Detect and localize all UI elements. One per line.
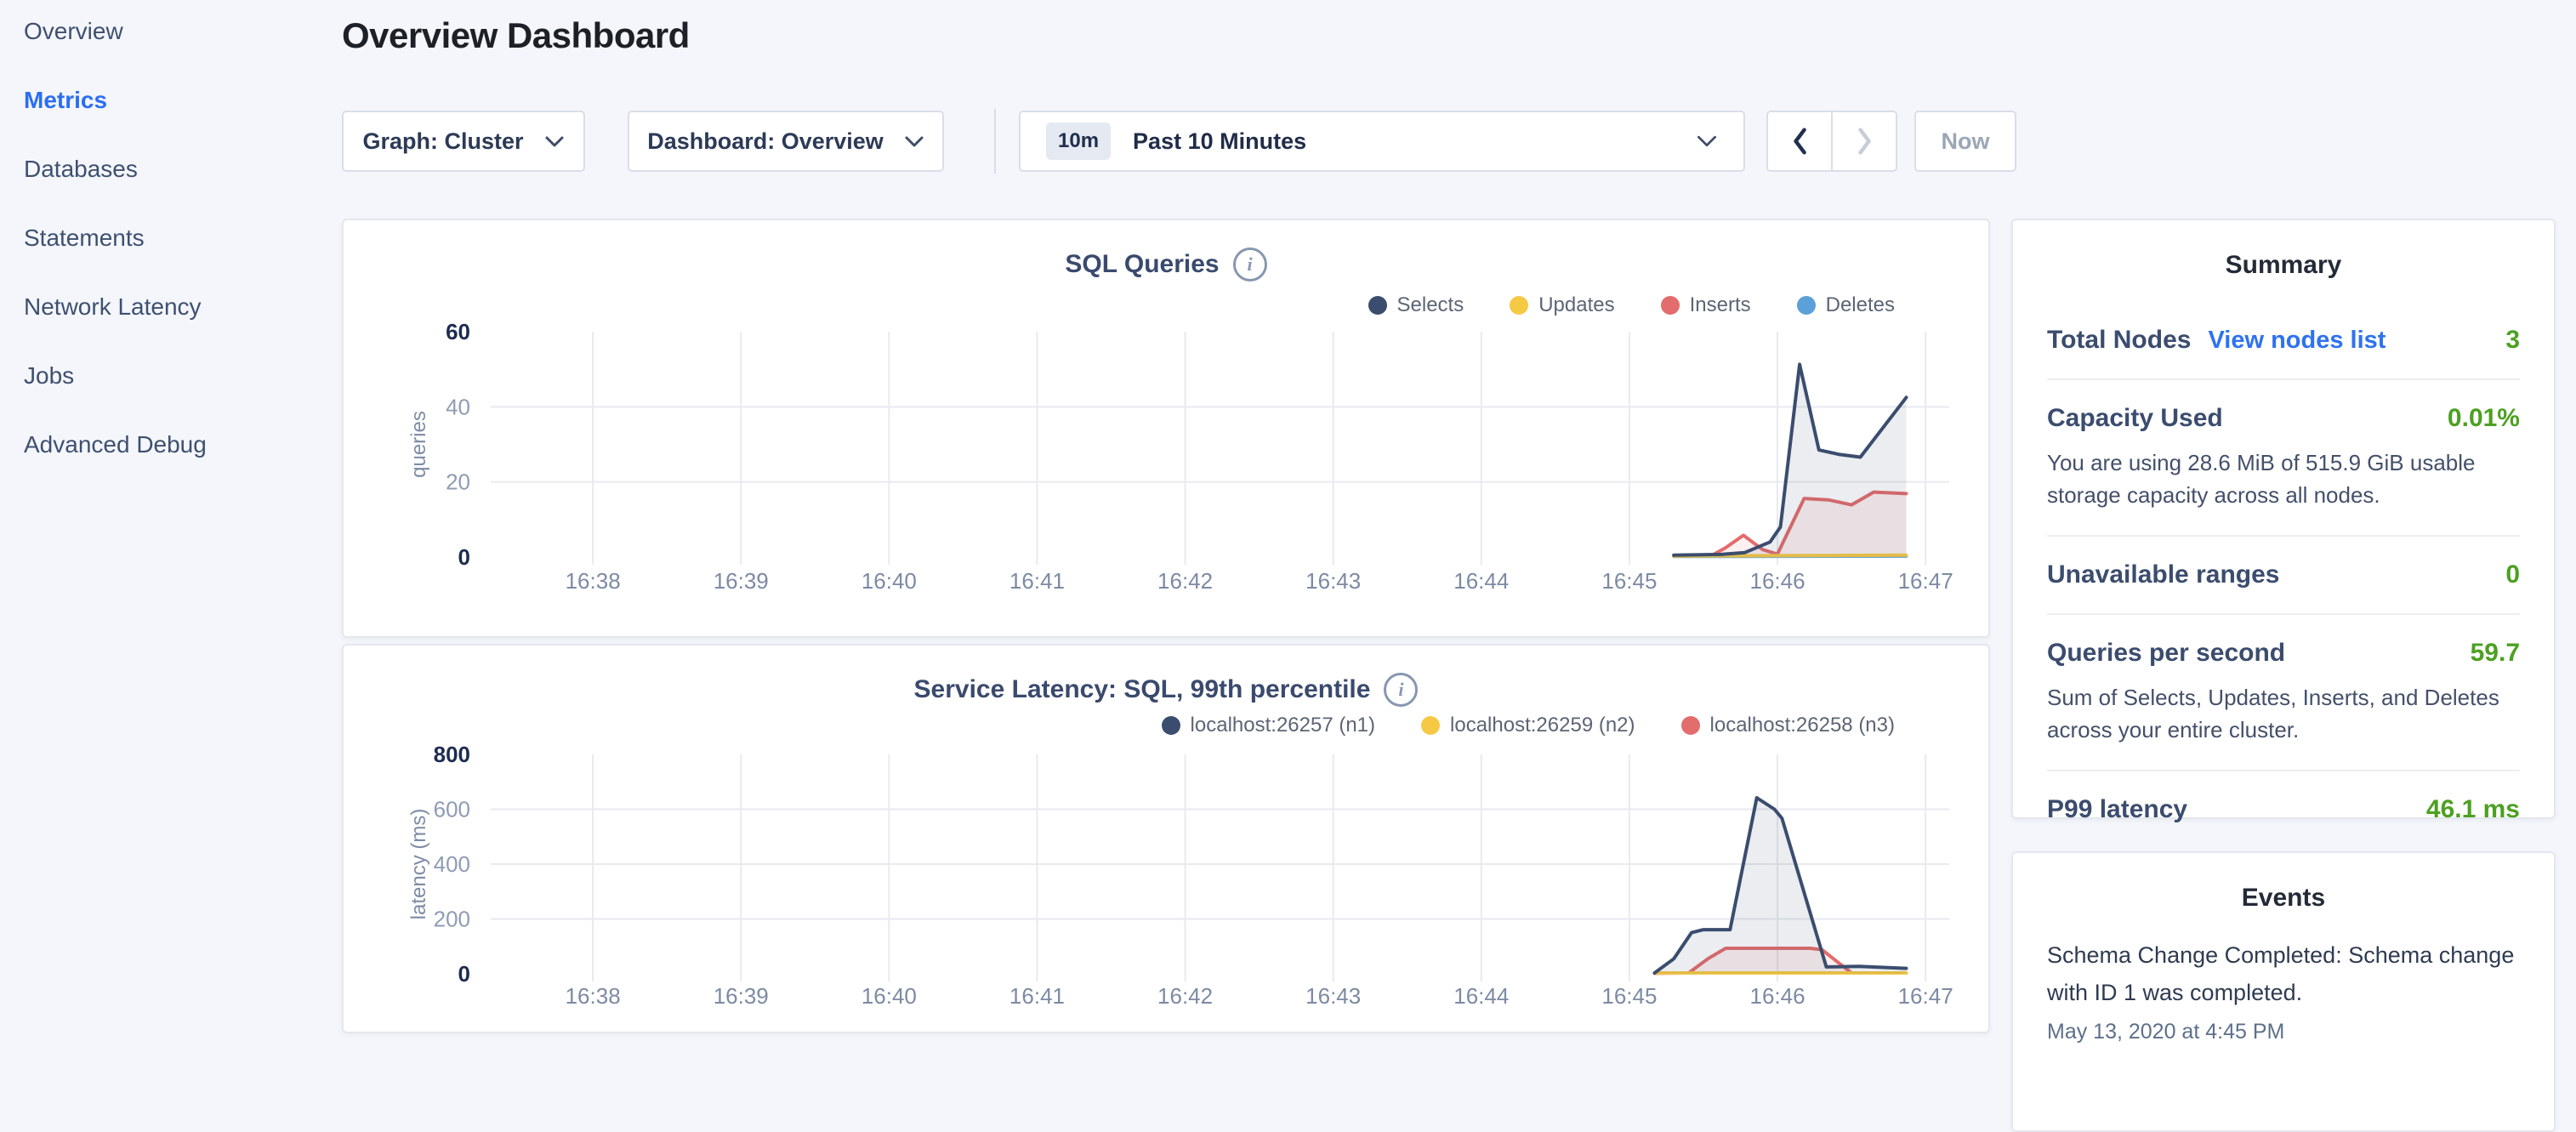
chevron-down-icon — [544, 135, 565, 148]
time-range-label: Past 10 Minutes — [1133, 128, 1674, 155]
graph-selector-dropdown[interactable]: Graph: Cluster — [342, 111, 585, 172]
svg-text:16:44: 16:44 — [1453, 983, 1509, 1009]
svg-text:16:43: 16:43 — [1305, 568, 1361, 594]
svg-text:16:41: 16:41 — [1009, 568, 1065, 594]
summary-title: Summary — [2047, 251, 2520, 280]
summary-value: 3 — [2505, 326, 2520, 355]
chart-plot[interactable]: 16:38 16:39 16:40 16:41 16:42 16:43 16:44 16:45… — [344, 646, 1992, 1035]
sidebar-item-overview[interactable]: Overview — [0, 0, 340, 65]
sidebar-item-metrics[interactable]: Metrics — [0, 65, 340, 134]
svg-text:400: 400 — [434, 851, 470, 877]
svg-text:16:45: 16:45 — [1601, 568, 1657, 594]
time-range-badge: 10m — [1046, 122, 1111, 160]
svg-text:16:46: 16:46 — [1749, 983, 1805, 1009]
svg-text:200: 200 — [434, 907, 470, 932]
svg-text:16:40: 16:40 — [862, 983, 917, 1009]
svg-text:60: 60 — [446, 319, 470, 344]
svg-text:16:39: 16:39 — [714, 568, 769, 594]
service-latency-chart-card: Service Latency: SQL, 99th percentile i … — [342, 644, 1990, 1033]
event-item: Schema Change Completed: Schema change w… — [2047, 936, 2520, 1044]
view-nodes-list-link[interactable]: View nodes list — [2208, 327, 2386, 355]
summary-row: Capacity Used 0.01% You are using 28.6 MiB… — [2047, 380, 2520, 537]
summary-row: Queries per second 59.7 Sum of Selects, Up… — [2047, 615, 2520, 771]
svg-text:16:42: 16:42 — [1157, 568, 1213, 594]
svg-text:0: 0 — [458, 544, 470, 570]
previous-range-button[interactable] — [1768, 112, 1833, 170]
summary-rows: Total Nodes View nodes list 3 Capacity Used… — [2047, 302, 2520, 848]
sidebar-item-databases[interactable]: Databases — [0, 134, 340, 203]
events-title: Events — [2047, 884, 2520, 913]
summary-row: P99 latency 46.1 ms — [2047, 771, 2520, 848]
page-title: Overview Dashboard — [342, 15, 690, 56]
svg-text:40: 40 — [446, 394, 470, 419]
dashboard-selector-dropdown[interactable]: Dashboard: Overview — [628, 111, 944, 172]
sidebar: OverviewMetricsDatabasesStatementsNetwor… — [0, 0, 340, 1051]
sidebar-item-network-latency[interactable]: Network Latency — [0, 272, 340, 341]
time-range-nav — [1766, 111, 1897, 172]
svg-text:latency (ms): latency (ms) — [407, 809, 430, 920]
chevron-down-icon — [1696, 134, 1718, 148]
svg-text:16:41: 16:41 — [1009, 983, 1065, 1009]
next-range-button[interactable] — [1833, 112, 1896, 170]
event-timestamp: May 13, 2020 at 4:45 PM — [2047, 1020, 2520, 1044]
summary-description: You are using 28.6 MiB of 515.9 GiB usab… — [2047, 447, 2520, 511]
summary-label: Capacity Used — [2047, 404, 2223, 433]
summary-row: Unavailable ranges 0 — [2047, 537, 2520, 615]
svg-text:600: 600 — [434, 797, 470, 822]
chevron-left-icon — [1791, 127, 1808, 156]
sidebar-item-advanced-debug[interactable]: Advanced Debug — [0, 410, 340, 479]
summary-value: 0.01% — [2448, 404, 2520, 433]
summary-value: 59.7 — [2471, 639, 2520, 668]
dashboard-selector-label: Dashboard: Overview — [647, 128, 884, 155]
summary-label: Queries per second — [2047, 639, 2285, 668]
summary-value: 46.1 ms — [2426, 795, 2520, 824]
svg-text:16:43: 16:43 — [1305, 983, 1361, 1009]
sidebar-item-jobs[interactable]: Jobs — [0, 341, 340, 410]
graph-selector-label: Graph: Cluster — [362, 128, 523, 155]
svg-text:16:47: 16:47 — [1898, 568, 1953, 594]
svg-text:16:44: 16:44 — [1453, 568, 1509, 594]
chart-plot[interactable]: 16:38 16:39 16:40 16:41 16:42 16:43 16:44 16:45… — [344, 220, 1992, 640]
summary-value: 0 — [2505, 560, 2520, 589]
summary-panel: Summary Total Nodes View nodes list 3 Capac… — [2011, 219, 2556, 819]
now-button[interactable]: Now — [1914, 111, 2016, 172]
svg-text:16:45: 16:45 — [1601, 983, 1657, 1009]
svg-text:16:38: 16:38 — [566, 568, 621, 594]
events-panel: Events Schema Change Completed: Schema c… — [2011, 851, 2556, 1132]
svg-text:16:47: 16:47 — [1898, 983, 1953, 1009]
svg-text:queries: queries — [407, 411, 430, 478]
sql-queries-chart-card: SQL Queries i SelectsUpdatesInsertsDelet… — [342, 219, 1990, 638]
event-text: Schema Change Completed: Schema change w… — [2047, 936, 2520, 1011]
chevron-down-icon — [904, 135, 924, 148]
svg-text:800: 800 — [434, 742, 470, 767]
chevron-right-icon — [1856, 127, 1873, 156]
events-list: Schema Change Completed: Schema change w… — [2047, 936, 2520, 1044]
svg-text:16:40: 16:40 — [862, 568, 917, 594]
summary-label: P99 latency — [2047, 795, 2187, 824]
svg-text:20: 20 — [446, 469, 470, 495]
svg-text:0: 0 — [458, 961, 470, 987]
time-range-dropdown[interactable]: 10m Past 10 Minutes — [1019, 111, 1745, 172]
sidebar-nav: OverviewMetricsDatabasesStatementsNetwor… — [0, 0, 340, 479]
summary-label: Unavailable ranges — [2047, 560, 2279, 589]
summary-label: Total Nodes — [2047, 326, 2191, 355]
summary-row: Total Nodes View nodes list 3 — [2047, 302, 2520, 380]
svg-text:16:46: 16:46 — [1749, 568, 1805, 594]
summary-description: Sum of Selects, Updates, Inserts, and De… — [2047, 681, 2520, 746]
toolbar-divider — [994, 109, 996, 173]
svg-text:16:42: 16:42 — [1157, 983, 1213, 1009]
sidebar-item-statements[interactable]: Statements — [0, 203, 340, 272]
svg-text:16:39: 16:39 — [714, 983, 769, 1009]
svg-text:16:38: 16:38 — [566, 983, 621, 1009]
